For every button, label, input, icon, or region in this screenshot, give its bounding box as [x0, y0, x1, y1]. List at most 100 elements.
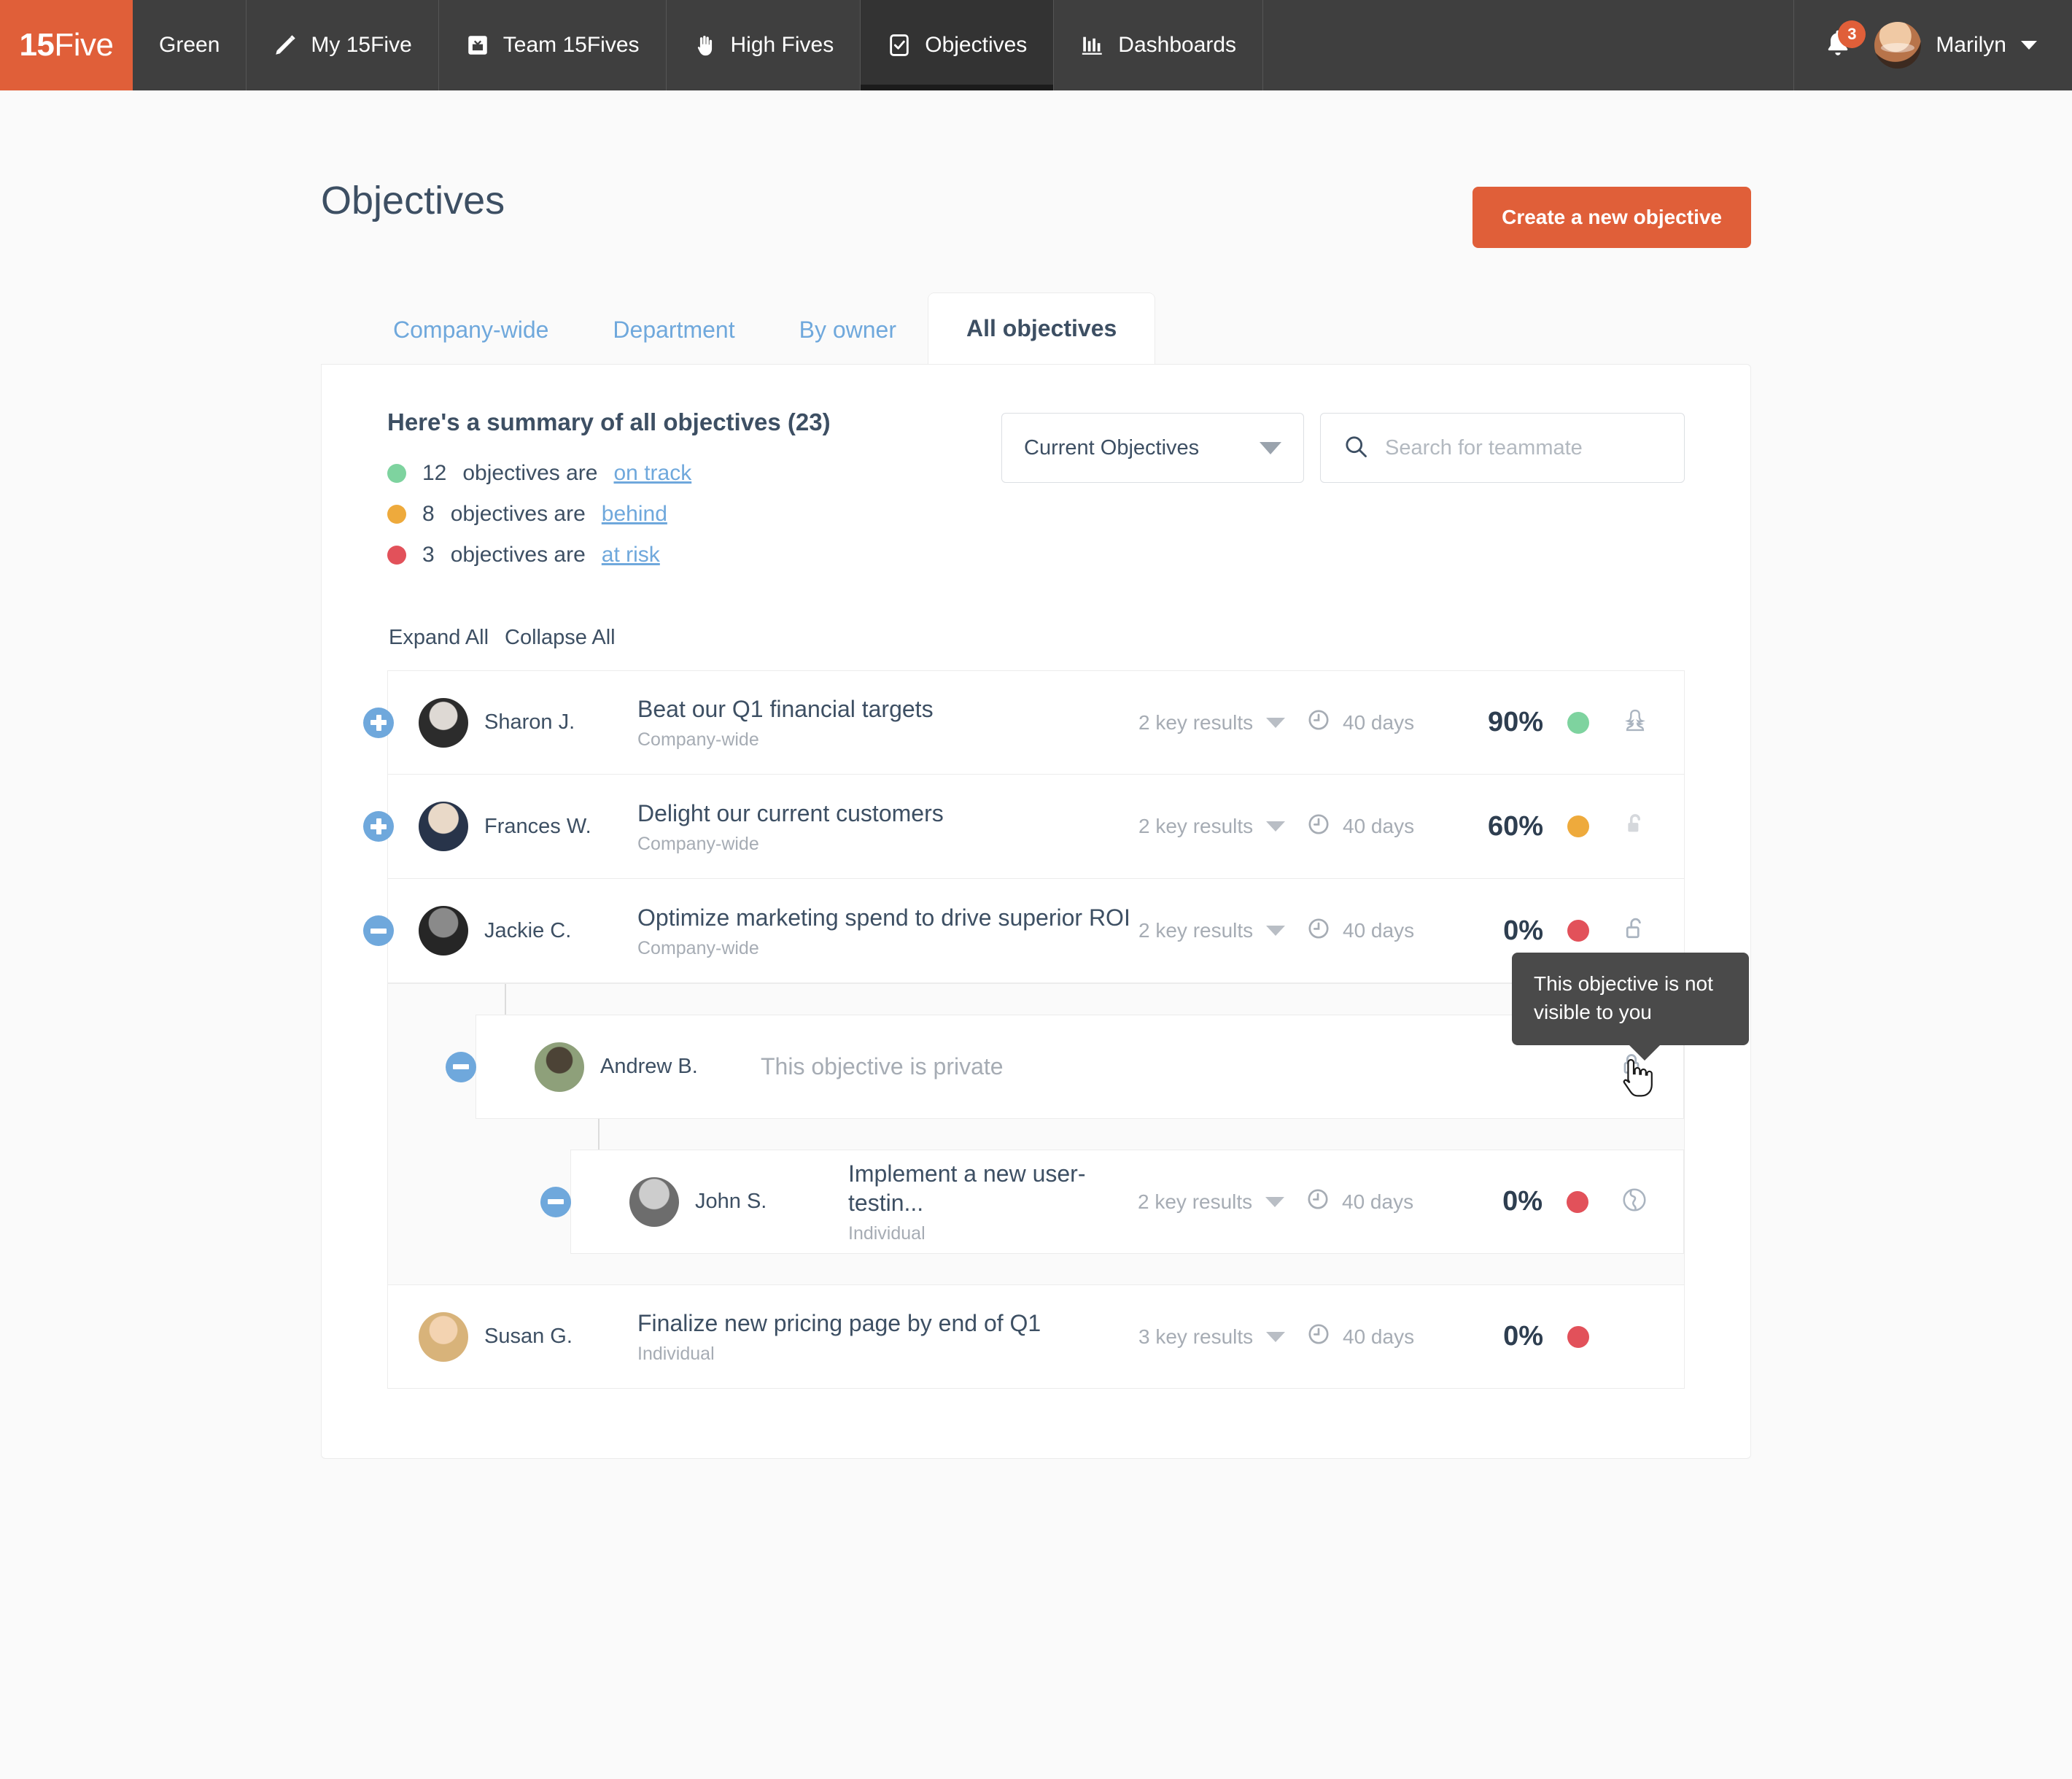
user-menu[interactable]: Marilyn — [1874, 22, 2037, 69]
objective-row-andrew[interactable]: Andrew B. This objective is private — [446, 1015, 1684, 1119]
key-results-label: 2 key results — [1138, 815, 1254, 837]
objective-owner: Andrew B. — [535, 1042, 761, 1092]
visibility-indicator[interactable] — [1613, 811, 1658, 842]
nav-item-my-15five[interactable]: My 15Five — [247, 0, 439, 90]
tab-department[interactable]: Department — [581, 298, 767, 364]
tab-company-wide[interactable]: Company-wide — [361, 298, 581, 364]
bar-chart-icon — [1080, 33, 1105, 58]
nav-spacer — [1263, 0, 1795, 90]
nav-item-dashboards[interactable]: Dashboards — [1054, 0, 1264, 90]
tab-by-owner[interactable]: By owner — [767, 298, 928, 364]
objective-progress: 0% — [1502, 1186, 1543, 1217]
objective-progress: 0% — [1503, 1321, 1543, 1352]
expander-toggle[interactable] — [363, 707, 394, 738]
summary-link-at-risk[interactable]: at risk — [602, 543, 660, 567]
tab-all-objectives[interactable]: All objectives — [928, 293, 1155, 364]
objective-owner: Jackie C. — [419, 906, 637, 956]
owner-name: John S. — [695, 1190, 767, 1213]
avatar — [1874, 22, 1922, 69]
objective-title[interactable]: Optimize marketing spend to drive superi… — [637, 903, 1138, 932]
summary-text: objectives are — [450, 502, 586, 526]
notifications-button[interactable]: 3 — [1823, 20, 1866, 63]
objective-title[interactable]: Beat our Q1 financial targets — [637, 694, 1138, 724]
key-results-toggle[interactable]: 2 key results — [1138, 1190, 1305, 1214]
objective-info: Implement a new user-testin... Individua… — [848, 1159, 1138, 1244]
nav-item-label: Objectives — [925, 33, 1028, 57]
objective-info: Beat our Q1 financial targets Company-wi… — [637, 694, 1138, 751]
objective-progress: 90% — [1487, 707, 1543, 737]
expander-toggle[interactable] — [363, 915, 394, 946]
objective-title[interactable]: Delight our current customers — [637, 799, 1138, 828]
objective-row-sharon[interactable]: Sharon J. Beat our Q1 financial targets … — [363, 670, 1685, 775]
person-icon — [1621, 707, 1649, 738]
search-teammate-box[interactable] — [1320, 413, 1685, 483]
objective-status — [1543, 1190, 1612, 1213]
days-label: 40 days — [1343, 710, 1415, 734]
objective-row-susan[interactable]: Susan G. Finalize new pricing page by en… — [387, 1284, 1685, 1389]
tab-bar: Company-wide Department By owner All obj… — [321, 293, 1751, 364]
objectives-filter-value: Current Objectives — [1024, 435, 1200, 460]
nav-item-objectives[interactable]: Objectives — [861, 0, 1055, 90]
nav-item-workspace[interactable]: Green — [133, 0, 247, 90]
visibility-indicator[interactable] — [1613, 915, 1658, 947]
avatar — [419, 802, 468, 851]
days-label: 40 days — [1342, 1190, 1414, 1213]
key-results-toggle[interactable]: 3 key results — [1138, 1325, 1306, 1349]
objective-row-frances[interactable]: Frances W. Delight our current customers… — [363, 775, 1685, 879]
objective-owner: Susan G. — [419, 1311, 637, 1362]
create-new-objective-button[interactable]: Create a new objective — [1472, 187, 1751, 248]
nav-right-group: 3 Marilyn — [1794, 0, 2072, 90]
nav-workspace-label: Green — [159, 33, 220, 57]
status-dot-amber — [387, 505, 406, 524]
summary-link-on-track[interactable]: on track — [613, 461, 691, 486]
key-results-toggle[interactable]: 2 key results — [1138, 815, 1306, 838]
clock-icon — [1306, 812, 1331, 842]
chevron-down-icon — [1265, 1196, 1285, 1207]
expander-toggle[interactable] — [446, 1051, 476, 1082]
objective-title[interactable]: Implement a new user-testin... — [848, 1159, 1138, 1217]
status-badge — [1567, 920, 1589, 942]
status-badge — [1566, 1190, 1588, 1213]
brand-logo-suffix: Five — [54, 27, 114, 63]
objective-row-jackie[interactable]: Jackie C. Optimize marketing spend to dr… — [363, 879, 1685, 983]
summary-link-behind[interactable]: behind — [602, 502, 667, 527]
objective-progress: 60% — [1487, 810, 1543, 842]
objectives-filter-select[interactable]: Current Objectives — [1001, 413, 1304, 483]
summary-text: objectives are — [462, 461, 598, 485]
objective-status — [1543, 920, 1613, 942]
key-results-toggle[interactable]: 2 key results — [1138, 919, 1306, 942]
filters-group: Current Objectives — [1001, 408, 1685, 483]
key-results-toggle[interactable]: 2 key results — [1138, 711, 1306, 735]
nav-item-team-15fives[interactable]: Team 15Fives — [439, 0, 667, 90]
card-top: Here's a summary of all objectives (23) … — [387, 408, 1685, 584]
child-level-2: John S. Implement a new user-testin... I… — [540, 1150, 1684, 1254]
clock-icon — [1306, 1322, 1331, 1352]
days-remaining: 40 days — [1306, 1322, 1456, 1352]
expander-toggle[interactable] — [363, 811, 394, 842]
objective-owner: Sharon J. — [419, 697, 637, 748]
chevron-down-icon — [1266, 821, 1286, 832]
brand-logo[interactable]: 15 Five — [0, 0, 133, 90]
summary-count: 8 — [422, 502, 435, 526]
expand-all-link[interactable]: Expand All — [389, 626, 489, 650]
key-results-label: 2 key results — [1138, 919, 1254, 942]
visibility-indicator[interactable] — [1613, 707, 1658, 738]
objective-meta: 2 key results 40 days 0% — [1138, 915, 1658, 947]
collapse-all-link[interactable]: Collapse All — [505, 626, 616, 650]
objective-meta: 3 key results 40 days 0% — [1138, 1321, 1658, 1352]
chevron-down-icon — [1266, 717, 1286, 728]
search-input[interactable] — [1385, 435, 1662, 460]
tree-controls: Expand All Collapse All — [387, 626, 1685, 650]
nav-item-high-fives[interactable]: High Fives — [667, 0, 861, 90]
visibility-indicator[interactable] — [1612, 1186, 1657, 1217]
chevron-down-icon — [1266, 1331, 1286, 1342]
top-navbar: 15 Five Green My 15Five Team 15Fives High… — [0, 0, 2072, 90]
clock-icon — [1306, 916, 1331, 946]
objective-row-john[interactable]: John S. Implement a new user-testin... I… — [540, 1150, 1684, 1254]
clock-icon — [1306, 708, 1331, 737]
clock-icon — [1305, 1187, 1330, 1217]
nav-item-label: High Fives — [730, 33, 834, 57]
expander-toggle[interactable] — [540, 1186, 571, 1217]
objective-title[interactable]: Finalize new pricing page by end of Q1 — [637, 1309, 1138, 1338]
key-results-label: 2 key results — [1138, 1190, 1253, 1213]
